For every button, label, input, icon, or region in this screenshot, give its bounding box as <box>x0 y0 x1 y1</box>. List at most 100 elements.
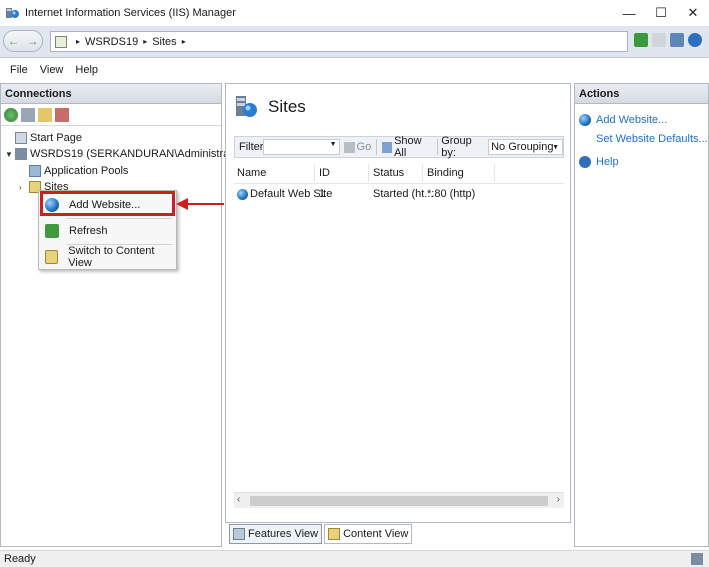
group-by-value: No Grouping <box>491 141 554 153</box>
up-level-icon[interactable] <box>38 107 52 122</box>
show-all-label: Show All <box>394 135 422 159</box>
minimize-button[interactable]: — <box>613 0 645 26</box>
app-pool-icon <box>29 165 41 177</box>
action-add-website[interactable]: Add Website... <box>579 114 667 126</box>
annotation-arrow-icon <box>176 198 188 210</box>
filter-divider <box>376 139 378 155</box>
scroll-right-icon[interactable]: › <box>557 494 560 505</box>
save-icon[interactable] <box>21 107 35 122</box>
status-text: Ready <box>4 553 36 565</box>
actions-header: Actions <box>575 84 708 104</box>
menu-help[interactable]: Help <box>69 64 104 76</box>
view-tabs: Features View Content View <box>229 524 413 544</box>
expand-icon[interactable]: › <box>19 183 29 192</box>
column-divider[interactable] <box>494 164 495 182</box>
tree-item-start-page[interactable]: Start Page <box>15 130 82 146</box>
grid-header: Name ID Status Binding <box>234 162 564 184</box>
column-header-status[interactable]: Status <box>373 167 404 179</box>
tree-item-app-pools[interactable]: Application Pools <box>29 163 128 179</box>
show-all-button[interactable]: Show All <box>380 135 434 159</box>
group-by-label: Group by: <box>441 135 472 159</box>
column-divider[interactable] <box>368 164 369 182</box>
website-globe-icon <box>237 188 248 200</box>
title-bar: Internet Information Services (IIS) Mana… <box>0 0 709 26</box>
action-label: Add Website... <box>596 114 668 126</box>
dropdown-arrow-icon[interactable]: ▼ <box>330 141 337 148</box>
filter-input[interactable]: ▼ <box>263 139 340 155</box>
home-toolbar-icon[interactable] <box>670 33 684 47</box>
breadcrumb-sites[interactable]: Sites <box>152 36 176 48</box>
column-header-id[interactable]: ID <box>319 167 330 179</box>
window-title: Internet Information Services (IIS) Mana… <box>25 7 236 19</box>
column-divider[interactable] <box>314 164 315 182</box>
actions-panel: Actions Add Website... Set Website Defau… <box>574 83 709 547</box>
tree-label: Application Pools <box>44 165 129 177</box>
page-title-text: Sites <box>268 97 306 116</box>
column-header-name[interactable]: Name <box>237 167 266 179</box>
context-menu-divider <box>67 218 172 219</box>
close-button[interactable]: ✕ <box>677 0 709 26</box>
breadcrumb[interactable]: ▸ WSRDS19 ▸ Sites ▸ <box>50 31 628 52</box>
dropdown-arrow-icon[interactable]: ▼ <box>552 141 559 155</box>
connections-toolbar <box>1 104 221 126</box>
crumb-separator-icon: ▸ <box>181 37 186 46</box>
menu-file[interactable]: File <box>4 64 34 76</box>
sites-grid: Name ID Status Binding Default Web Site … <box>234 162 564 494</box>
go-button[interactable]: Go <box>342 141 374 153</box>
disconnect-icon[interactable] <box>55 107 69 122</box>
cell-status: Started (ht... <box>373 188 434 200</box>
context-menu-refresh[interactable]: Refresh <box>41 220 174 242</box>
address-bar: ← → ▸ WSRDS19 ▸ Sites ▸ <box>0 26 709 58</box>
content-view-icon <box>45 250 59 264</box>
group-by-select[interactable]: No Grouping ▼ <box>488 139 563 155</box>
context-menu-switch-content-view[interactable]: Switch to Content View <box>41 245 174 269</box>
filter-divider <box>437 139 439 155</box>
tab-content-view[interactable]: Content View <box>324 524 413 544</box>
table-row[interactable]: Default Web Site 1 Started (ht... *:80 (… <box>234 186 564 204</box>
crumb-separator-icon: ▸ <box>76 37 81 46</box>
iis-app-icon <box>5 6 19 20</box>
column-divider[interactable] <box>422 164 423 182</box>
refresh-toolbar-icon[interactable] <box>634 33 648 47</box>
start-page-icon <box>15 132 27 144</box>
connections-header: Connections <box>1 84 221 104</box>
add-website-icon <box>579 114 591 126</box>
menu-view[interactable]: View <box>34 64 70 76</box>
forward-button[interactable]: → <box>24 34 42 48</box>
scroll-left-icon[interactable]: ‹ <box>237 494 240 505</box>
tab-label: Content View <box>343 528 409 540</box>
highlight-box <box>40 191 175 216</box>
breadcrumb-server[interactable]: WSRDS19 <box>85 36 138 48</box>
scroll-thumb[interactable] <box>250 496 548 506</box>
action-label: Help <box>596 156 619 168</box>
action-help[interactable]: Help <box>579 156 619 168</box>
crumb-separator-icon: ▸ <box>143 37 148 46</box>
page-icon <box>55 35 67 48</box>
column-header-binding[interactable]: Binding <box>427 167 464 179</box>
cell-binding: *:80 (http) <box>427 188 476 200</box>
connections-panel: Connections Start Page ▼ WSRDS19 (SERKAN… <box>0 83 246 547</box>
back-button[interactable]: ← <box>5 34 23 48</box>
help-toolbar-icon[interactable] <box>688 33 702 47</box>
horizontal-scrollbar[interactable]: ‹ › <box>234 492 564 508</box>
tree-item-server[interactable]: ▼ WSRDS19 (SERKANDURAN\Administrator) <box>5 146 246 162</box>
sites-server-icon <box>234 94 258 120</box>
context-menu-label: Refresh <box>69 225 108 237</box>
network-status-icon <box>691 553 703 565</box>
filter-label: Filter: <box>239 141 267 153</box>
stop-toolbar-icon[interactable] <box>652 33 666 47</box>
show-all-icon <box>382 141 393 153</box>
server-icon <box>15 148 27 160</box>
nav-buttons: ← → <box>3 30 43 52</box>
tab-label: Features View <box>248 528 319 540</box>
collapse-icon[interactable]: ▼ <box>5 150 15 159</box>
annotation-arrow-line <box>186 203 224 205</box>
action-set-website-defaults[interactable]: Set Website Defaults... <box>596 133 708 145</box>
tab-features-view[interactable]: Features View <box>229 524 323 544</box>
funnel-icon <box>343 141 355 153</box>
context-menu-label: Switch to Content View <box>68 245 155 269</box>
cell-id: 1 <box>319 188 326 200</box>
page-title: Sites <box>234 94 306 120</box>
maximize-button[interactable]: ☐ <box>645 0 677 26</box>
connect-icon[interactable] <box>4 107 18 122</box>
